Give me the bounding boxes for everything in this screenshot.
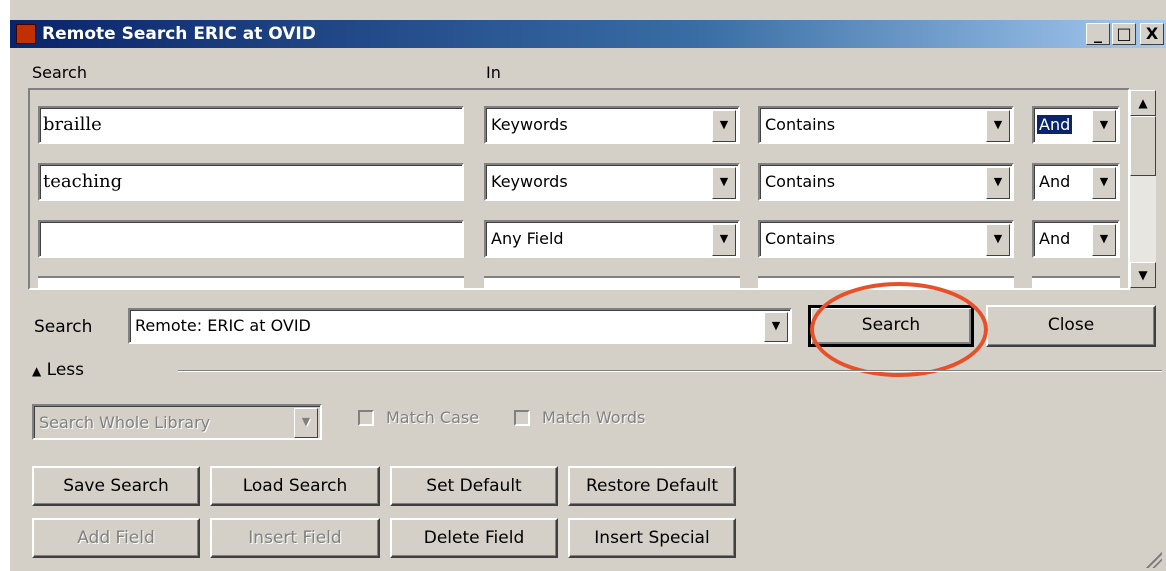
bool-select-4[interactable]	[1032, 276, 1120, 288]
minimize-button[interactable]: _	[1086, 23, 1110, 45]
window-title: Remote Search ERIC at OVID	[42, 24, 316, 44]
search-term-input-4[interactable]	[38, 276, 464, 288]
field-select-value: Any Field	[491, 229, 564, 248]
highlight-annotation	[810, 282, 988, 377]
search-term-input-2[interactable]: teaching	[38, 163, 464, 201]
double-up-arrow-icon: ▲	[32, 364, 42, 378]
match-words-label: Match Words	[542, 408, 646, 427]
scroll-up-arrow-icon[interactable]: ▲	[1130, 90, 1156, 116]
app-icon	[16, 24, 36, 44]
bool-select-3[interactable]: And ▼	[1032, 220, 1120, 258]
add-field-button[interactable]: Add Field	[32, 518, 200, 558]
maximize-button[interactable]: □	[1112, 23, 1136, 45]
search-in-value: Remote: ERIC at OVID	[135, 316, 311, 335]
bool-select-value: And	[1039, 229, 1071, 248]
bool-select-1[interactable]: And ▼	[1032, 106, 1120, 144]
scope-select[interactable]: Search Whole Library ▼	[32, 404, 322, 440]
bool-select-2[interactable]: And ▼	[1032, 163, 1120, 201]
insert-special-button[interactable]: Insert Special	[568, 518, 736, 558]
operator-select-1[interactable]: Contains ▼	[758, 106, 1014, 144]
bool-select-value: And	[1035, 114, 1074, 135]
scope-value: Search Whole Library	[39, 413, 211, 432]
delete-field-button[interactable]: Delete Field	[390, 518, 558, 558]
separator-line	[178, 370, 1162, 372]
scroll-down-arrow-icon[interactable]: ▼	[1130, 262, 1156, 288]
search-in-label: Search	[34, 317, 93, 337]
field-select-value: Keywords	[491, 115, 568, 134]
close-button[interactable]: Close	[986, 305, 1156, 347]
in-column-header: In	[486, 63, 501, 82]
search-in-select[interactable]: Remote: ERIC at OVID ▼	[128, 308, 792, 344]
restore-default-button[interactable]: Restore Default	[568, 466, 736, 506]
chevron-down-icon[interactable]: ▼	[1092, 224, 1116, 256]
scroll-thumb[interactable]	[1130, 116, 1156, 176]
field-select-1[interactable]: Keywords ▼	[484, 106, 740, 144]
field-select-2[interactable]: Keywords ▼	[484, 163, 740, 201]
less-label: Less	[46, 360, 84, 380]
operator-select-3[interactable]: Contains ▼	[758, 220, 1014, 258]
resize-grip-icon[interactable]	[1146, 552, 1162, 568]
chevron-down-icon[interactable]: ▼	[712, 167, 736, 199]
chevron-down-icon[interactable]: ▼	[294, 408, 318, 438]
field-select-value: Keywords	[491, 172, 568, 191]
search-column-header: Search	[32, 63, 87, 82]
search-term-input-3[interactable]	[38, 220, 464, 258]
operator-select-2[interactable]: Contains ▼	[758, 163, 1014, 201]
operator-select-value: Contains	[765, 172, 836, 191]
match-words-checkbox[interactable]	[514, 410, 530, 426]
chevron-down-icon[interactable]: ▼	[1092, 167, 1116, 199]
chevron-down-icon[interactable]: ▼	[764, 312, 788, 342]
operator-select-value: Contains	[765, 229, 836, 248]
set-default-button[interactable]: Set Default	[390, 466, 558, 506]
save-search-button[interactable]: Save Search	[32, 466, 200, 506]
less-toggle[interactable]: ▲ Less	[32, 358, 84, 383]
operator-select-value: Contains	[765, 115, 836, 134]
bool-select-value: And	[1039, 172, 1071, 191]
search-term-input-1[interactable]: braille	[38, 106, 464, 144]
chevron-down-icon[interactable]: ▼	[986, 167, 1010, 199]
field-select-3[interactable]: Any Field ▼	[484, 220, 740, 258]
load-search-button[interactable]: Load Search	[210, 466, 380, 506]
chevron-down-icon[interactable]: ▼	[986, 110, 1010, 142]
chevron-down-icon[interactable]: ▼	[712, 110, 736, 142]
field-select-4[interactable]	[484, 276, 740, 288]
chevron-down-icon[interactable]: ▼	[712, 224, 736, 256]
chevron-down-icon[interactable]: ▼	[986, 224, 1010, 256]
close-window-button[interactable]: X	[1140, 23, 1164, 45]
match-case-label: Match Case	[386, 408, 480, 427]
chevron-down-icon[interactable]: ▼	[1092, 110, 1116, 142]
match-case-checkbox[interactable]	[358, 410, 374, 426]
insert-field-button[interactable]: Insert Field	[210, 518, 380, 558]
